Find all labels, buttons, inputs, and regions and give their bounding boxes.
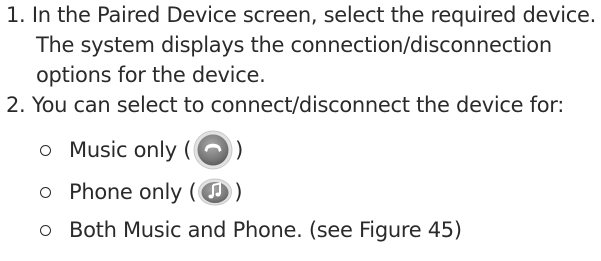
step-1-continuation: options for the device. [36, 63, 266, 87]
step-text: In the Paired Device screen, select the … [31, 3, 597, 27]
step-text: You can select to connect/disconnect the… [31, 93, 564, 117]
option-label-close: ) [235, 138, 244, 162]
step-1: 1. In the Paired Device screen, select t… [6, 0, 596, 30]
option-label-close: ) [234, 180, 243, 204]
phone-handset-icon [193, 130, 233, 170]
option-phone-only: Phone only ( ) [40, 172, 243, 212]
music-note-icon [198, 178, 233, 206]
bullet-icon [40, 224, 51, 236]
option-label: Music only ( [69, 138, 192, 162]
option-both: Both Music and Phone. (see Figure 45) [40, 210, 462, 250]
step-2: 2. You can select to connect/disconnect … [6, 90, 564, 120]
bullet-icon [40, 144, 51, 156]
option-label: Phone only ( [69, 180, 197, 204]
step-1-continuation: The system displays the connection/disco… [36, 33, 552, 57]
step-number: 1. [6, 3, 26, 27]
bullet-icon [40, 186, 51, 198]
option-music-only: Music only ( ) [40, 130, 243, 170]
option-label: Both Music and Phone. (see Figure 45) [69, 218, 462, 242]
document-page: 1. In the Paired Device screen, select t… [0, 0, 601, 261]
step-number: 2. [6, 93, 26, 117]
